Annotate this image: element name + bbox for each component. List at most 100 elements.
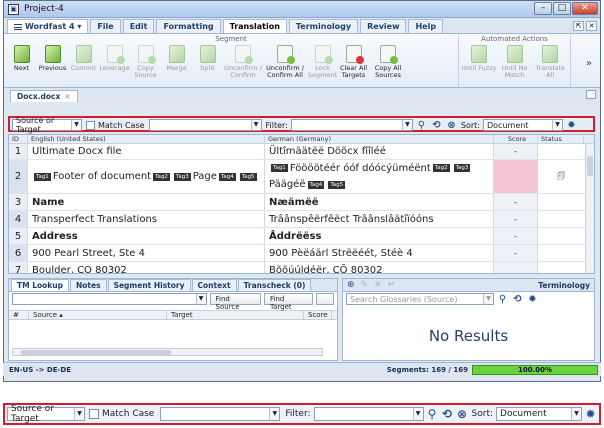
source-cell[interactable]: Boulder, CO 80302 bbox=[28, 262, 265, 273]
table-row[interactable]: 4 Transperfect Translations Trâânspêërfê… bbox=[9, 211, 594, 228]
search-icon[interactable]: ⚲ bbox=[426, 407, 439, 421]
source-cell[interactable]: Tag1 Footer of document Tag2 Tag3 Page Ta… bbox=[28, 160, 265, 193]
lock-segment-button[interactable]: Lock Segment bbox=[307, 45, 338, 79]
more-button[interactable] bbox=[316, 293, 334, 305]
tm-col-score[interactable]: Score bbox=[304, 311, 332, 319]
col-source[interactable]: English (United States) bbox=[28, 135, 265, 143]
source-cell[interactable]: Ultimate Docx file bbox=[28, 144, 265, 159]
menu-translation[interactable]: Translation bbox=[222, 19, 287, 33]
search-options-icon[interactable]: ⟲ bbox=[511, 294, 524, 305]
target-cell[interactable]: Ültîmäätëë Döõcx fîîléé bbox=[265, 144, 494, 159]
menu-file[interactable]: File bbox=[90, 19, 121, 33]
tm-col-number[interactable]: # bbox=[9, 311, 29, 319]
terminology-tab[interactable]: Terminology bbox=[538, 281, 590, 290]
app-menu-button[interactable]: Wordfast 4 ▾ bbox=[7, 19, 89, 33]
tab-notes[interactable]: Notes bbox=[69, 279, 107, 291]
add-term-icon[interactable]: ⊕ bbox=[347, 280, 355, 290]
split-button[interactable]: Split bbox=[192, 45, 223, 79]
ribbon-overflow-chevron[interactable]: » bbox=[586, 58, 592, 69]
close-button[interactable]: ✕ bbox=[572, 2, 598, 15]
ribbon-collapse-icon[interactable]: ⇱ bbox=[573, 21, 584, 31]
search-mode-select[interactable]: Source or Target ▼ bbox=[12, 116, 82, 134]
copy-source-button[interactable]: Copy Source bbox=[130, 45, 161, 79]
search-options-icon[interactable]: ⟲ bbox=[430, 120, 443, 131]
leverage-button[interactable]: Leverage bbox=[99, 45, 130, 79]
search-icon[interactable]: ⚲ bbox=[415, 120, 428, 131]
target-cell[interactable]: Trâânspêërfêëct Trâânslâätîïóóns bbox=[265, 211, 494, 227]
table-row[interactable]: 1 Ultimate Docx file Ültîmäätëë Döõcx fî… bbox=[9, 144, 594, 160]
search-input[interactable]: ▼ bbox=[160, 407, 281, 421]
scrollbar-thumb[interactable] bbox=[21, 350, 171, 355]
settings-gear-icon[interactable]: ✹ bbox=[526, 294, 539, 305]
source-cell[interactable]: Transperfect Translations bbox=[28, 211, 265, 227]
target-cell[interactable]: Næämëë bbox=[265, 194, 494, 210]
commit-button[interactable]: Commit bbox=[68, 45, 99, 79]
maximize-button[interactable]: □ bbox=[553, 2, 571, 15]
target-cell[interactable]: Åddrëëss bbox=[265, 228, 494, 244]
tab-transcheck[interactable]: Transcheck (0) bbox=[237, 279, 312, 291]
table-row[interactable]: 5 Address Åddrëëss - bbox=[9, 228, 594, 245]
col-id[interactable]: ID bbox=[9, 135, 28, 143]
tm-horizontal-scrollbar[interactable] bbox=[12, 348, 323, 356]
until-fuzzy-button[interactable]: Until Fuzzy bbox=[461, 45, 497, 79]
minimize-button[interactable]: – bbox=[534, 2, 552, 15]
clear-filter-icon[interactable]: ⊗ bbox=[456, 407, 469, 421]
insert-term-icon[interactable]: ↵ bbox=[388, 280, 396, 290]
match-case-checkbox[interactable] bbox=[86, 120, 95, 130]
panel-restore-icon[interactable] bbox=[586, 90, 596, 99]
translate-all-button[interactable]: Translate All bbox=[532, 45, 568, 79]
table-row[interactable]: 2 Tag1 Footer of document Tag2 Tag3 Page … bbox=[9, 160, 594, 194]
edit-note-icon[interactable]: 🗊 bbox=[557, 169, 565, 185]
search-options-icon[interactable]: ⟲ bbox=[441, 407, 454, 421]
find-target-button[interactable]: Find Target bbox=[264, 293, 314, 311]
filter-input[interactable]: ▼ bbox=[313, 407, 424, 421]
tab-context[interactable]: Context bbox=[191, 279, 237, 291]
table-row[interactable]: 6 900 Pearl Street, Ste 4 900 Pèëáärl St… bbox=[9, 245, 594, 262]
menu-formatting[interactable]: Formatting bbox=[156, 19, 221, 33]
glossary-search-input[interactable]: Search Glossaries (Source) ▼ bbox=[346, 293, 494, 305]
search-mode-select[interactable]: Source or Target ▼ bbox=[7, 404, 85, 424]
table-row[interactable]: 7 Boulder, CO 80302 Bõõúúldéër, CÕ 80302 bbox=[9, 262, 594, 273]
unconfirm-confirm-all-button[interactable]: Unconfirm / Confirm All bbox=[263, 45, 307, 79]
menu-terminology[interactable]: Terminology bbox=[288, 19, 359, 33]
search-icon[interactable]: ⚲ bbox=[496, 294, 509, 305]
merge-button[interactable]: Merge bbox=[161, 45, 192, 79]
search-input[interactable]: ▼ bbox=[148, 119, 262, 131]
clear-filter-icon[interactable]: ⊗ bbox=[445, 120, 458, 131]
menu-review[interactable]: Review bbox=[360, 19, 407, 33]
source-cell[interactable]: 900 Pearl Street, Ste 4 bbox=[28, 245, 265, 261]
col-status[interactable]: Status bbox=[538, 135, 584, 143]
tab-segment-history[interactable]: Segment History bbox=[107, 279, 191, 291]
settings-gear-icon[interactable]: ✹ bbox=[565, 120, 578, 131]
clear-all-targets-button[interactable]: Clear All Targets bbox=[338, 45, 369, 79]
ribbon-close-icon[interactable]: ✕ bbox=[586, 21, 597, 31]
previous-button[interactable]: Previous bbox=[37, 45, 68, 79]
delete-term-icon[interactable]: ✕ bbox=[374, 280, 382, 290]
next-button[interactable]: Next bbox=[6, 45, 37, 79]
copy-all-sources-button[interactable]: Copy All Sources bbox=[369, 45, 407, 79]
menu-help[interactable]: Help bbox=[408, 19, 444, 33]
tab-docx[interactable]: Docx.docx × bbox=[10, 90, 78, 102]
col-score[interactable]: Score bbox=[494, 135, 538, 143]
tm-search-input[interactable]: ▼ bbox=[12, 293, 207, 305]
tm-col-source[interactable]: Source ▴ bbox=[29, 311, 167, 319]
col-target[interactable]: German (Germany) bbox=[265, 135, 494, 143]
source-cell[interactable]: Name bbox=[28, 194, 265, 210]
grid-scrollbar[interactable] bbox=[585, 144, 594, 273]
scrollbar-thumb[interactable] bbox=[587, 156, 593, 176]
tab-tm-lookup[interactable]: TM Lookup bbox=[11, 279, 69, 291]
source-cell[interactable]: Address bbox=[28, 228, 265, 244]
target-cell[interactable]: Bõõúúldéër, CÕ 80302 bbox=[265, 262, 494, 273]
tab-close-icon[interactable]: × bbox=[64, 92, 70, 101]
settings-gear-icon[interactable]: ✹ bbox=[584, 407, 597, 421]
table-row[interactable]: 3 Name Næämëë - bbox=[9, 194, 594, 211]
target-cell[interactable]: 900 Pèëáärl Strëëéét, Stéè 4 bbox=[265, 245, 494, 261]
match-case-checkbox[interactable] bbox=[89, 409, 99, 419]
sort-select[interactable]: Document ▼ bbox=[496, 407, 583, 421]
edit-term-icon[interactable]: ✎ bbox=[361, 280, 369, 290]
filter-input[interactable]: ▼ bbox=[290, 119, 413, 131]
find-source-button[interactable]: Find Source bbox=[209, 293, 261, 311]
sort-select[interactable]: Document ▼ bbox=[483, 119, 563, 131]
until-no-match-button[interactable]: Until No Match bbox=[497, 45, 533, 79]
tm-col-target[interactable]: Target bbox=[167, 311, 304, 319]
